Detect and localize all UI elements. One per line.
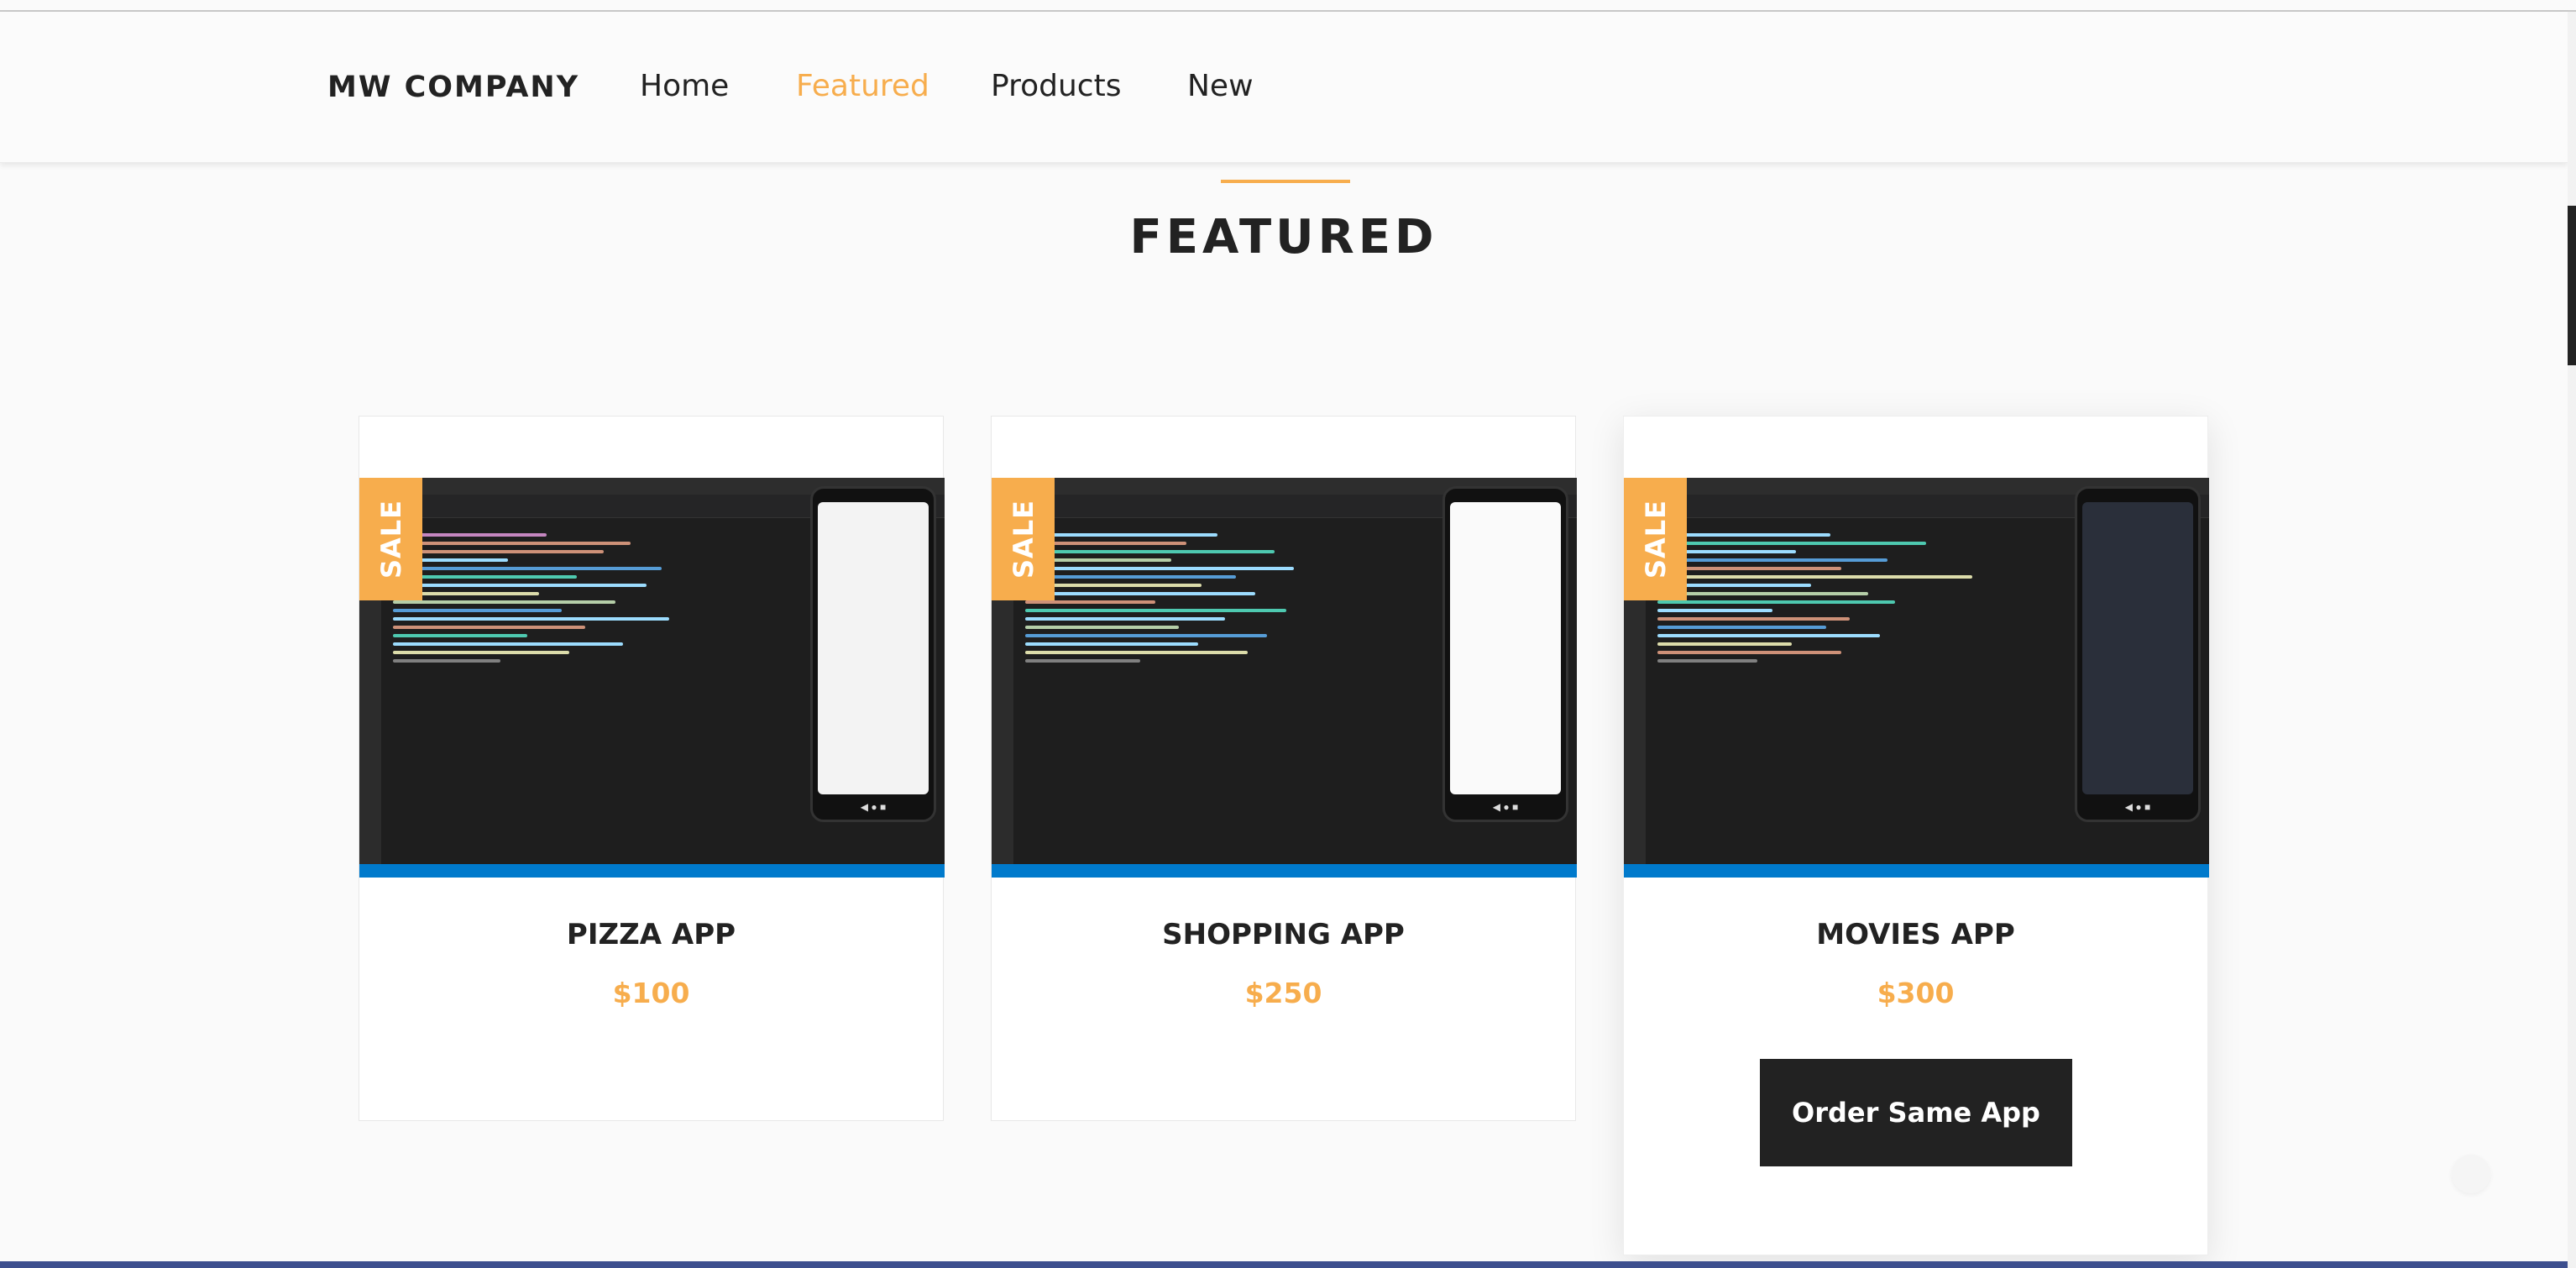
sale-badge: SALE xyxy=(992,478,1055,600)
product-thumbnail[interactable]: ◀ ● ■ xyxy=(359,478,945,878)
next-section-edge xyxy=(0,1261,2568,1268)
nav-link-featured[interactable]: Featured xyxy=(796,69,929,103)
product-thumbnail[interactable]: ◀ ● ■ xyxy=(1624,478,2209,878)
product-price: $250 xyxy=(1244,977,1322,1009)
product-title: MOVIES APP xyxy=(1816,918,2015,951)
section-title-divider xyxy=(1221,180,1350,183)
section-title: FEATURED xyxy=(1129,210,1438,265)
order-same-app-button[interactable]: Order Same App xyxy=(1760,1059,2072,1166)
brand-logo[interactable]: MW COMPANY xyxy=(327,71,579,104)
product-title: SHOPPING APP xyxy=(1162,918,1405,951)
nav-link-home[interactable]: Home xyxy=(640,69,729,103)
product-thumbnail[interactable]: ◀ ● ■ xyxy=(992,478,1577,878)
product-card-shopping[interactable]: ◀ ● ■ SALE SHOPPING APP $250 xyxy=(991,416,1577,1121)
sale-badge: SALE xyxy=(1624,478,1687,600)
scrollbar-thumb[interactable] xyxy=(2568,206,2576,365)
product-price: $300 xyxy=(1877,977,1955,1009)
nav-link-new[interactable]: New xyxy=(1187,69,1254,103)
sale-badge: SALE xyxy=(359,478,422,600)
floating-action-button[interactable] xyxy=(2452,1155,2490,1193)
navbar: MW COMPANY Home Featured Products New xyxy=(0,12,2568,163)
nav-link-products[interactable]: Products xyxy=(991,69,1121,103)
product-card-movies[interactable]: ◀ ● ■ SALE MOVIES APP $300 Order Same Ap… xyxy=(1623,416,2209,1255)
scrollbar-track[interactable] xyxy=(2568,12,2576,1268)
product-card-pizza[interactable]: ◀ ● ■ SALE PIZZA APP $100 xyxy=(359,416,945,1121)
browser-top-edge xyxy=(0,0,2576,12)
product-title: PIZZA APP xyxy=(566,918,736,951)
product-price: $100 xyxy=(612,977,690,1009)
